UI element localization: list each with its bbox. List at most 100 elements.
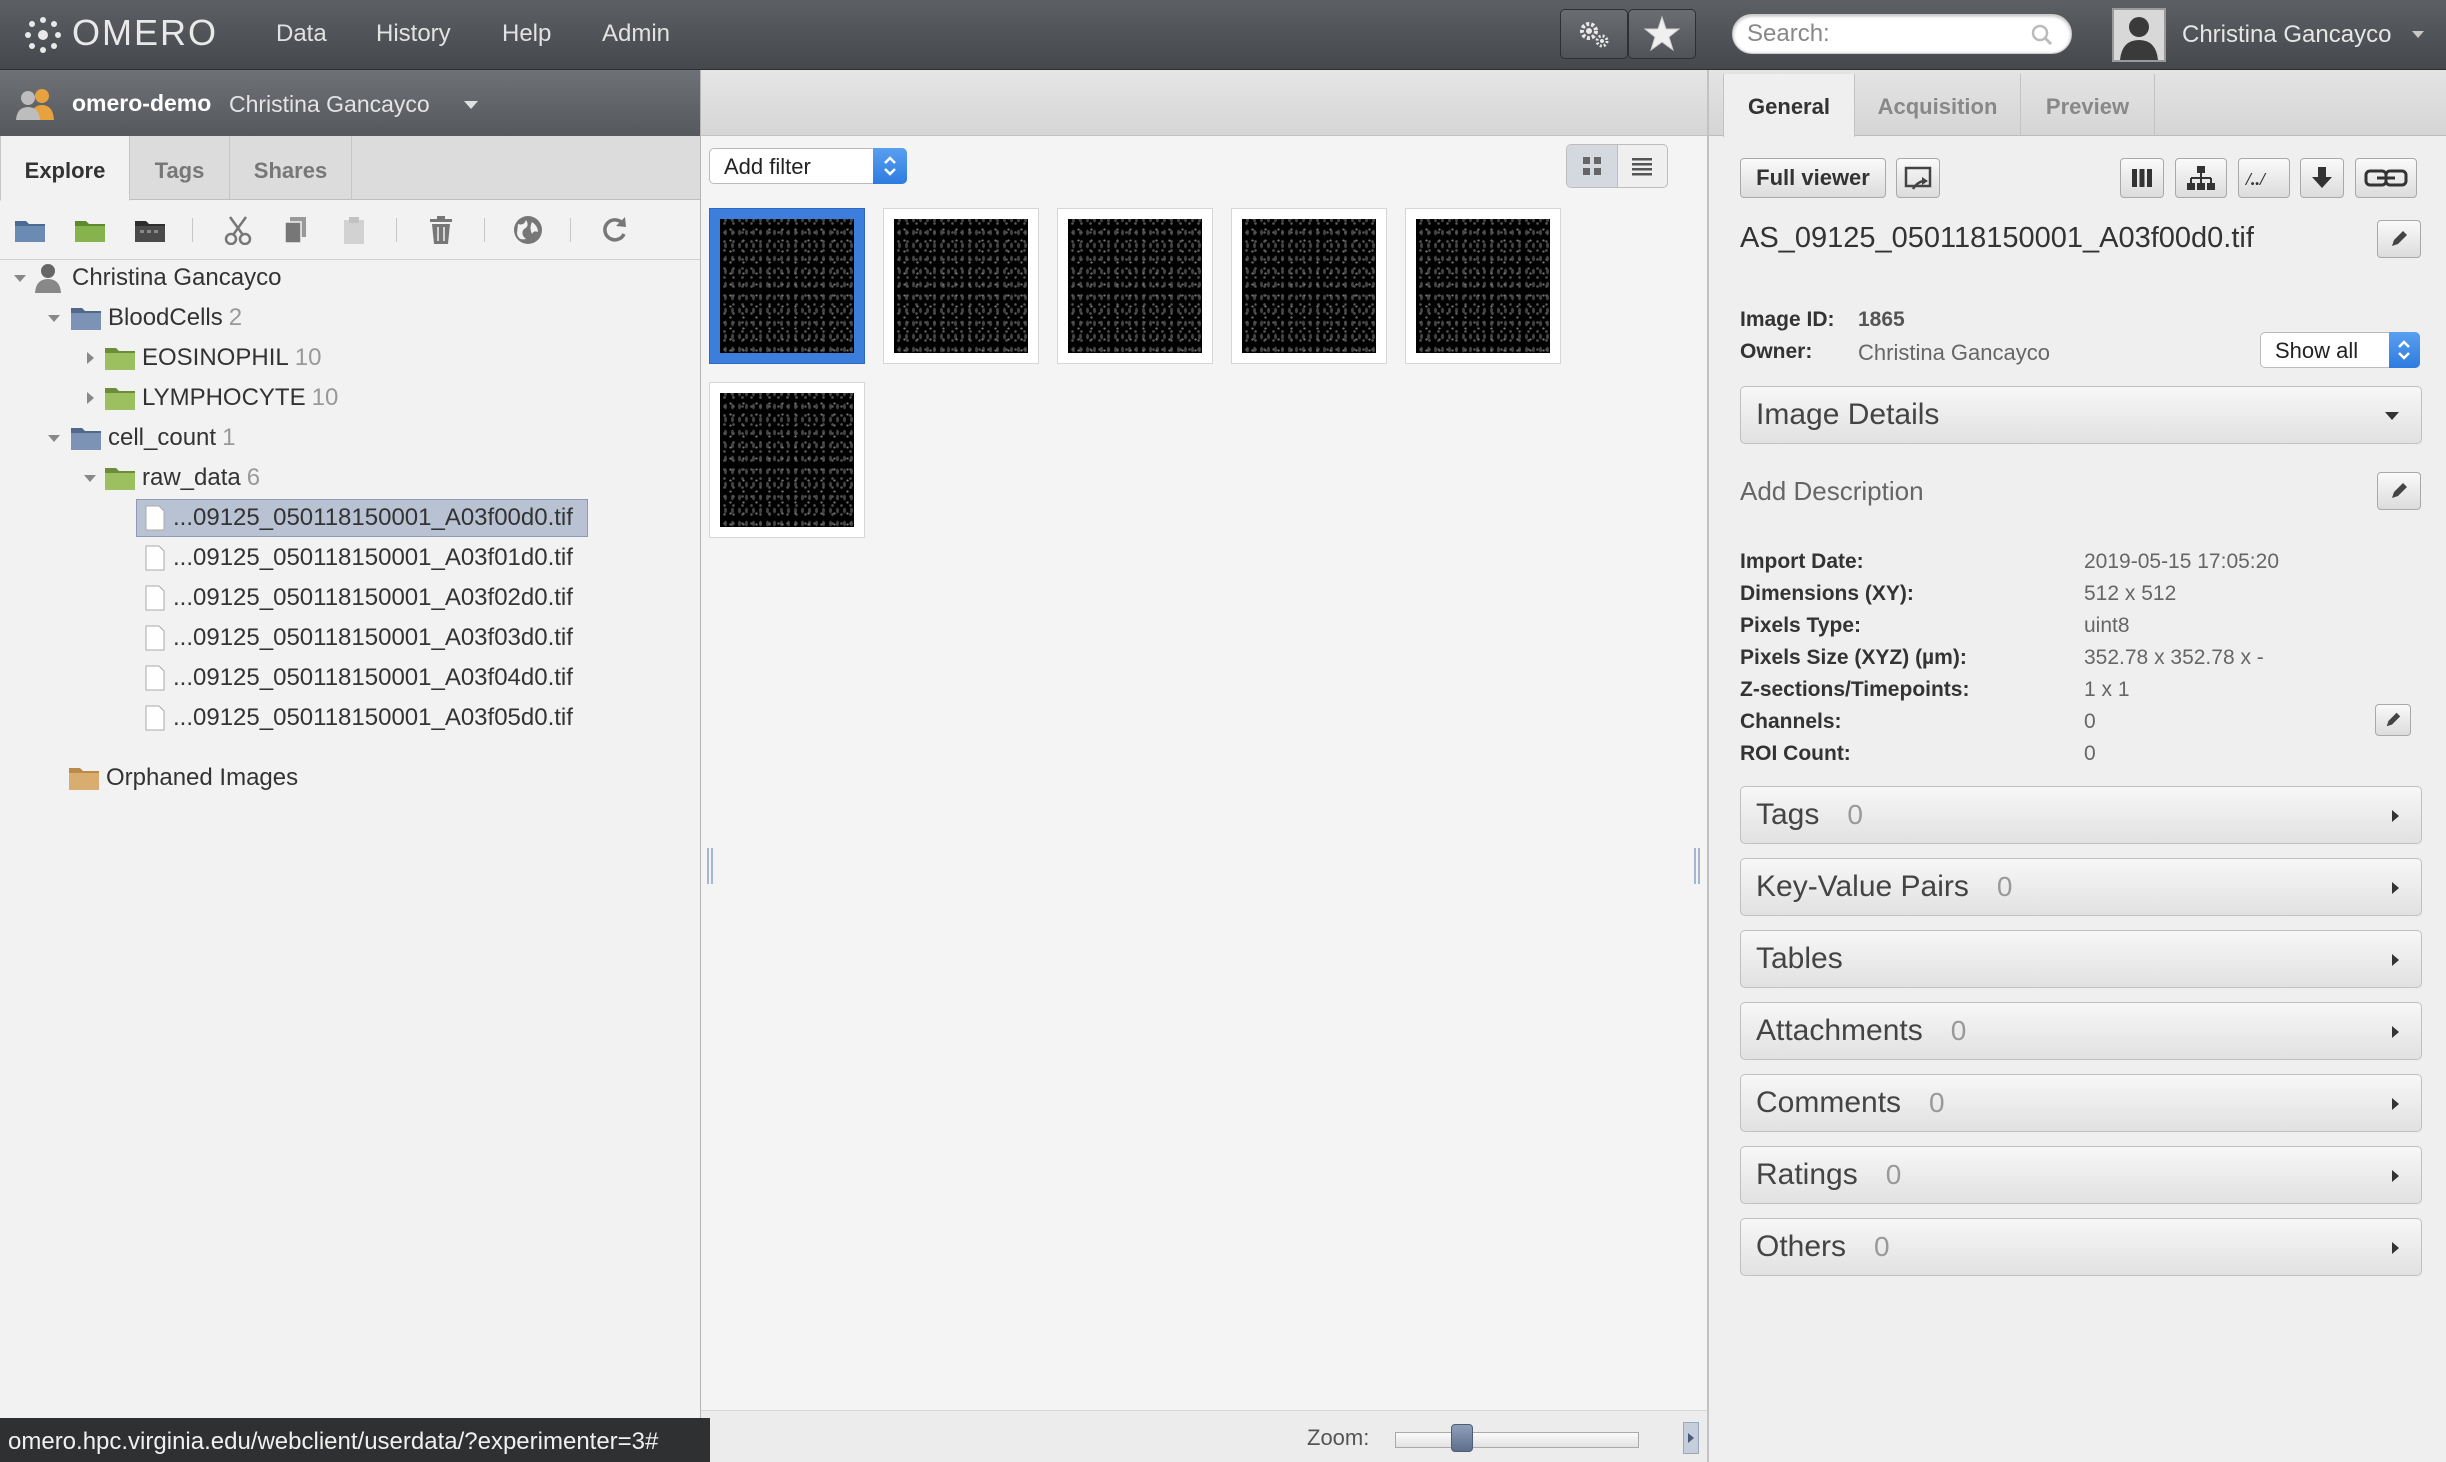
pencil-icon [2386,712,2401,727]
nav-data[interactable]: Data [276,20,327,48]
list-view-button[interactable] [1618,145,1668,187]
link-button[interactable] [2355,158,2417,198]
tree-dataset-eosinophil[interactable]: EOSINOPHIL 10 [82,338,321,378]
comments-section[interactable]: Comments 0 [1740,1074,2422,1132]
chevron-down-icon [2385,412,2399,420]
tables-section[interactable]: Tables [1740,930,2422,988]
others-section[interactable]: Others 0 [1740,1218,2422,1276]
section-count: 0 [1885,1159,1902,1190]
nav-history[interactable]: History [376,20,451,48]
link-image-button[interactable]: /../ [2238,158,2290,198]
image-thumbnail[interactable] [1405,208,1561,364]
link-icon [2364,169,2408,187]
avatar[interactable] [2112,8,2166,62]
image-details-section[interactable]: Image Details [1740,386,2422,444]
collapse-toggle-icon[interactable] [12,270,28,286]
omero-logo-icon [25,17,61,53]
image-thumbnail[interactable] [1057,208,1213,364]
image-thumbnail[interactable] [1231,208,1387,364]
collapse-toggle-icon[interactable] [82,470,98,486]
image-thumbnail[interactable] [883,208,1039,364]
tab-acquisition[interactable]: Acquisition [1855,74,2021,136]
select-arrows-icon[interactable] [873,148,907,184]
expand-toggle-icon[interactable] [82,350,98,366]
toolbar-divider [570,218,571,242]
thumbnail-image [1242,219,1376,353]
tree-label: ...09125_050118150001_A03f01d0.tif [173,544,573,571]
section-count: 0 [1929,1087,1945,1118]
tree-image[interactable]: ...09125_050118150001_A03f01d0.tif [145,538,573,578]
tab-explore[interactable]: Explore [0,136,130,201]
orphaned-folder-icon [69,768,99,790]
new-project-button[interactable] [10,210,50,250]
tree-image[interactable]: ...09125_050118150001_A03f03d0.tif [145,618,573,658]
ratings-section[interactable]: Ratings 0 [1740,1146,2422,1204]
section-count: 0 [1950,1015,1967,1046]
key-value-pairs-section[interactable]: Key-Value Pairs 0 [1740,858,2422,916]
tree-image[interactable]: ...09125_050118150001_A03f04d0.tif [145,658,573,698]
cut-button[interactable] [218,210,258,250]
search-input[interactable] [1733,15,2071,53]
nav-admin[interactable]: Admin [602,20,670,48]
tree-project-cell-count[interactable]: cell_count 1 [46,418,235,458]
tree-root-user[interactable]: Christina Gancayco [12,258,281,298]
tab-tags[interactable]: Tags [130,136,230,200]
path-icon: /../ [2244,169,2267,189]
permissions-button[interactable] [508,210,548,250]
hierarchy-button[interactable] [2175,158,2227,198]
image-thumbnail[interactable] [709,382,865,538]
new-screen-button[interactable] [130,210,170,250]
activities-button[interactable] [1628,9,1696,59]
download-icon [2312,167,2332,188]
right-collapse-button[interactable] [1683,1422,1699,1454]
tree-image[interactable]: ...09125_050118150001_A03f02d0.tif [145,578,573,618]
download-button[interactable] [2300,158,2344,198]
split-view-button[interactable] [2120,158,2164,198]
detail-value: 512 x 512 [2084,582,2177,605]
user-menu[interactable]: Christina Gancayco [2182,21,2391,49]
edit-channels-button[interactable] [2375,704,2411,736]
full-viewer-button[interactable]: Full viewer [1740,158,1886,198]
image-thumbnail[interactable] [709,208,865,364]
right-resize-handle[interactable] [1694,848,1700,884]
section-label: Others [1756,1230,1847,1263]
tab-preview[interactable]: Preview [2021,74,2155,136]
search-icon[interactable] [2031,24,2053,46]
thumbnail-image [720,219,854,353]
scripts-button[interactable] [1560,9,1628,59]
image-file-icon [145,625,165,651]
refresh-button[interactable] [594,210,634,250]
expand-toggle-icon[interactable] [82,390,98,406]
paste-button[interactable] [334,210,374,250]
tree-image[interactable]: ...09125_050118150001_A03f05d0.tif [145,698,573,738]
thumbnail-image [894,219,1028,353]
group-caret-icon[interactable] [464,101,478,109]
tab-shares[interactable]: Shares [230,136,352,200]
tab-general[interactable]: General [1723,74,1855,137]
edit-name-button[interactable] [2377,220,2421,258]
tree-orphaned-images[interactable]: Orphaned Images [68,758,298,798]
tree-image-selected[interactable]: ...09125_050118150001_A03f00d0.tif [136,499,588,537]
zoom-slider-handle[interactable] [1450,1424,1473,1452]
open-with-button[interactable] [1896,158,1940,198]
group-switcher[interactable]: omero-demo Christina Gancayco [0,70,700,136]
left-resize-handle[interactable] [707,848,713,884]
delete-button[interactable] [421,210,461,250]
zoom-slider[interactable] [1395,1432,1639,1448]
nav-help[interactable]: Help [502,20,551,48]
copy-button[interactable] [276,210,316,250]
tree-dataset-raw-data[interactable]: raw_data 6 [82,458,260,498]
collapse-toggle-icon[interactable] [46,430,62,446]
tags-section[interactable]: Tags 0 [1740,786,2422,844]
tree-dataset-lymphocyte[interactable]: LYMPHOCYTE 10 [82,378,338,418]
new-dataset-button[interactable] [70,210,110,250]
user-menu-caret-icon[interactable] [2412,31,2424,38]
tree-count: 10 [294,344,322,371]
select-arrows-icon[interactable] [2389,332,2420,368]
attachments-section[interactable]: Attachments 0 [1740,1002,2422,1060]
edit-description-button[interactable] [2377,472,2421,510]
collapse-toggle-icon[interactable] [46,310,62,326]
tree-project-bloodcells[interactable]: BloodCells 2 [46,298,242,338]
user-icon [35,264,61,293]
thumbnail-view-button[interactable] [1567,145,1618,187]
